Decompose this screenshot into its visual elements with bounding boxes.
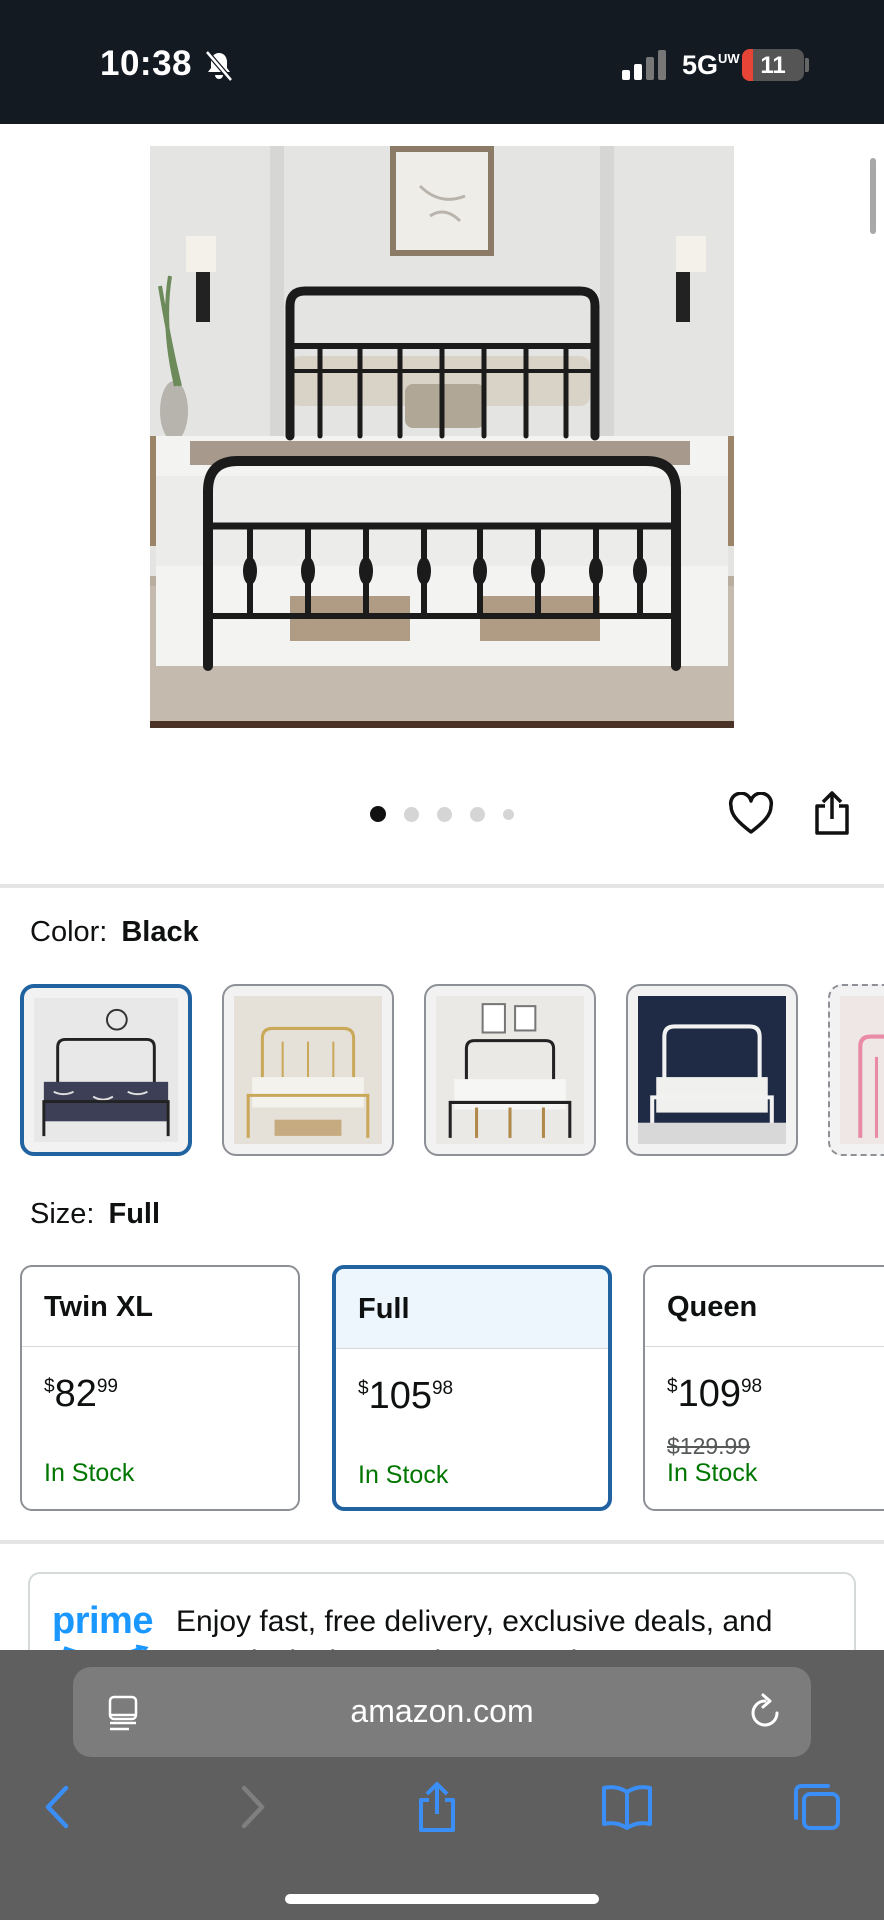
size-name: Twin XL <box>22 1267 298 1347</box>
signal-icon <box>622 50 666 80</box>
pager-dot[interactable] <box>470 806 485 822</box>
size-option-twin-xl[interactable]: Twin XL $8299 In Stock <box>20 1265 300 1511</box>
prime-logo: prime <box>52 1600 153 1642</box>
color-swatch-pink[interactable] <box>828 984 884 1156</box>
home-indicator[interactable] <box>285 1894 599 1904</box>
list-price: $129.99 <box>667 1433 751 1459</box>
address-bar[interactable]: amazon.com <box>73 1667 811 1757</box>
stock-status: In Stock <box>667 1459 758 1487</box>
swatch-image <box>638 996 786 1144</box>
share-icon[interactable] <box>812 790 852 836</box>
swatch-image <box>436 996 584 1144</box>
pager-dot[interactable] <box>437 806 452 822</box>
product-image[interactable] <box>150 146 734 728</box>
size-name: Full <box>336 1269 608 1349</box>
color-swatch-black-gold[interactable] <box>424 984 596 1156</box>
battery-icon: 11 <box>742 49 804 81</box>
size-price: $8299 <box>44 1373 118 1415</box>
image-pager[interactable] <box>370 806 514 822</box>
stock-status: In Stock <box>44 1459 135 1487</box>
pager-dot[interactable] <box>370 806 386 822</box>
heart-icon[interactable] <box>728 792 774 836</box>
swatch-image <box>840 996 884 1144</box>
bed-photo <box>150 146 734 728</box>
color-swatch-black[interactable] <box>20 984 192 1156</box>
bookmarks-icon[interactable] <box>600 1780 654 1834</box>
stock-status: In Stock <box>358 1461 449 1489</box>
color-label: Color: Black <box>30 916 199 948</box>
color-swatch-white[interactable] <box>626 984 798 1156</box>
pager-dot[interactable] <box>503 808 514 820</box>
selected-size: Full <box>108 1198 161 1230</box>
section-divider <box>0 1540 884 1544</box>
size-price: $10998 <box>667 1373 763 1415</box>
pager-dot[interactable] <box>404 806 419 822</box>
size-name: Queen <box>645 1267 884 1347</box>
battery-level: 11 <box>760 52 786 79</box>
network-label: 5GUW <box>682 50 740 80</box>
tabs-icon[interactable] <box>790 1780 844 1834</box>
screen: 10:38 5GUW 11 Color: Black Size: Full Tw… <box>0 0 884 1920</box>
share-sheet-icon[interactable] <box>410 1780 464 1834</box>
section-divider <box>0 884 884 888</box>
forward-icon[interactable] <box>224 1780 278 1834</box>
color-swatch-gold[interactable] <box>222 984 394 1156</box>
status-bar: 10:38 5GUW 11 <box>0 0 884 124</box>
url-text[interactable]: amazon.com <box>73 1693 811 1730</box>
selected-color: Black <box>121 916 199 948</box>
back-icon[interactable] <box>32 1780 86 1834</box>
size-price: $10598 <box>358 1375 454 1417</box>
size-label: Size: Full <box>30 1198 161 1230</box>
swatch-image <box>34 998 178 1142</box>
page-scrollbar[interactable] <box>870 158 876 234</box>
status-time: 10:38 <box>100 44 193 83</box>
size-option-queen[interactable]: Queen $10998 $129.99 In Stock <box>643 1265 884 1511</box>
size-option-full[interactable]: Full $10598 In Stock <box>332 1265 612 1511</box>
swatch-image <box>234 996 382 1144</box>
reload-icon[interactable] <box>747 1693 783 1731</box>
silent-bell-icon <box>205 50 233 82</box>
browser-toolbar: amazon.com <box>0 1650 884 1920</box>
